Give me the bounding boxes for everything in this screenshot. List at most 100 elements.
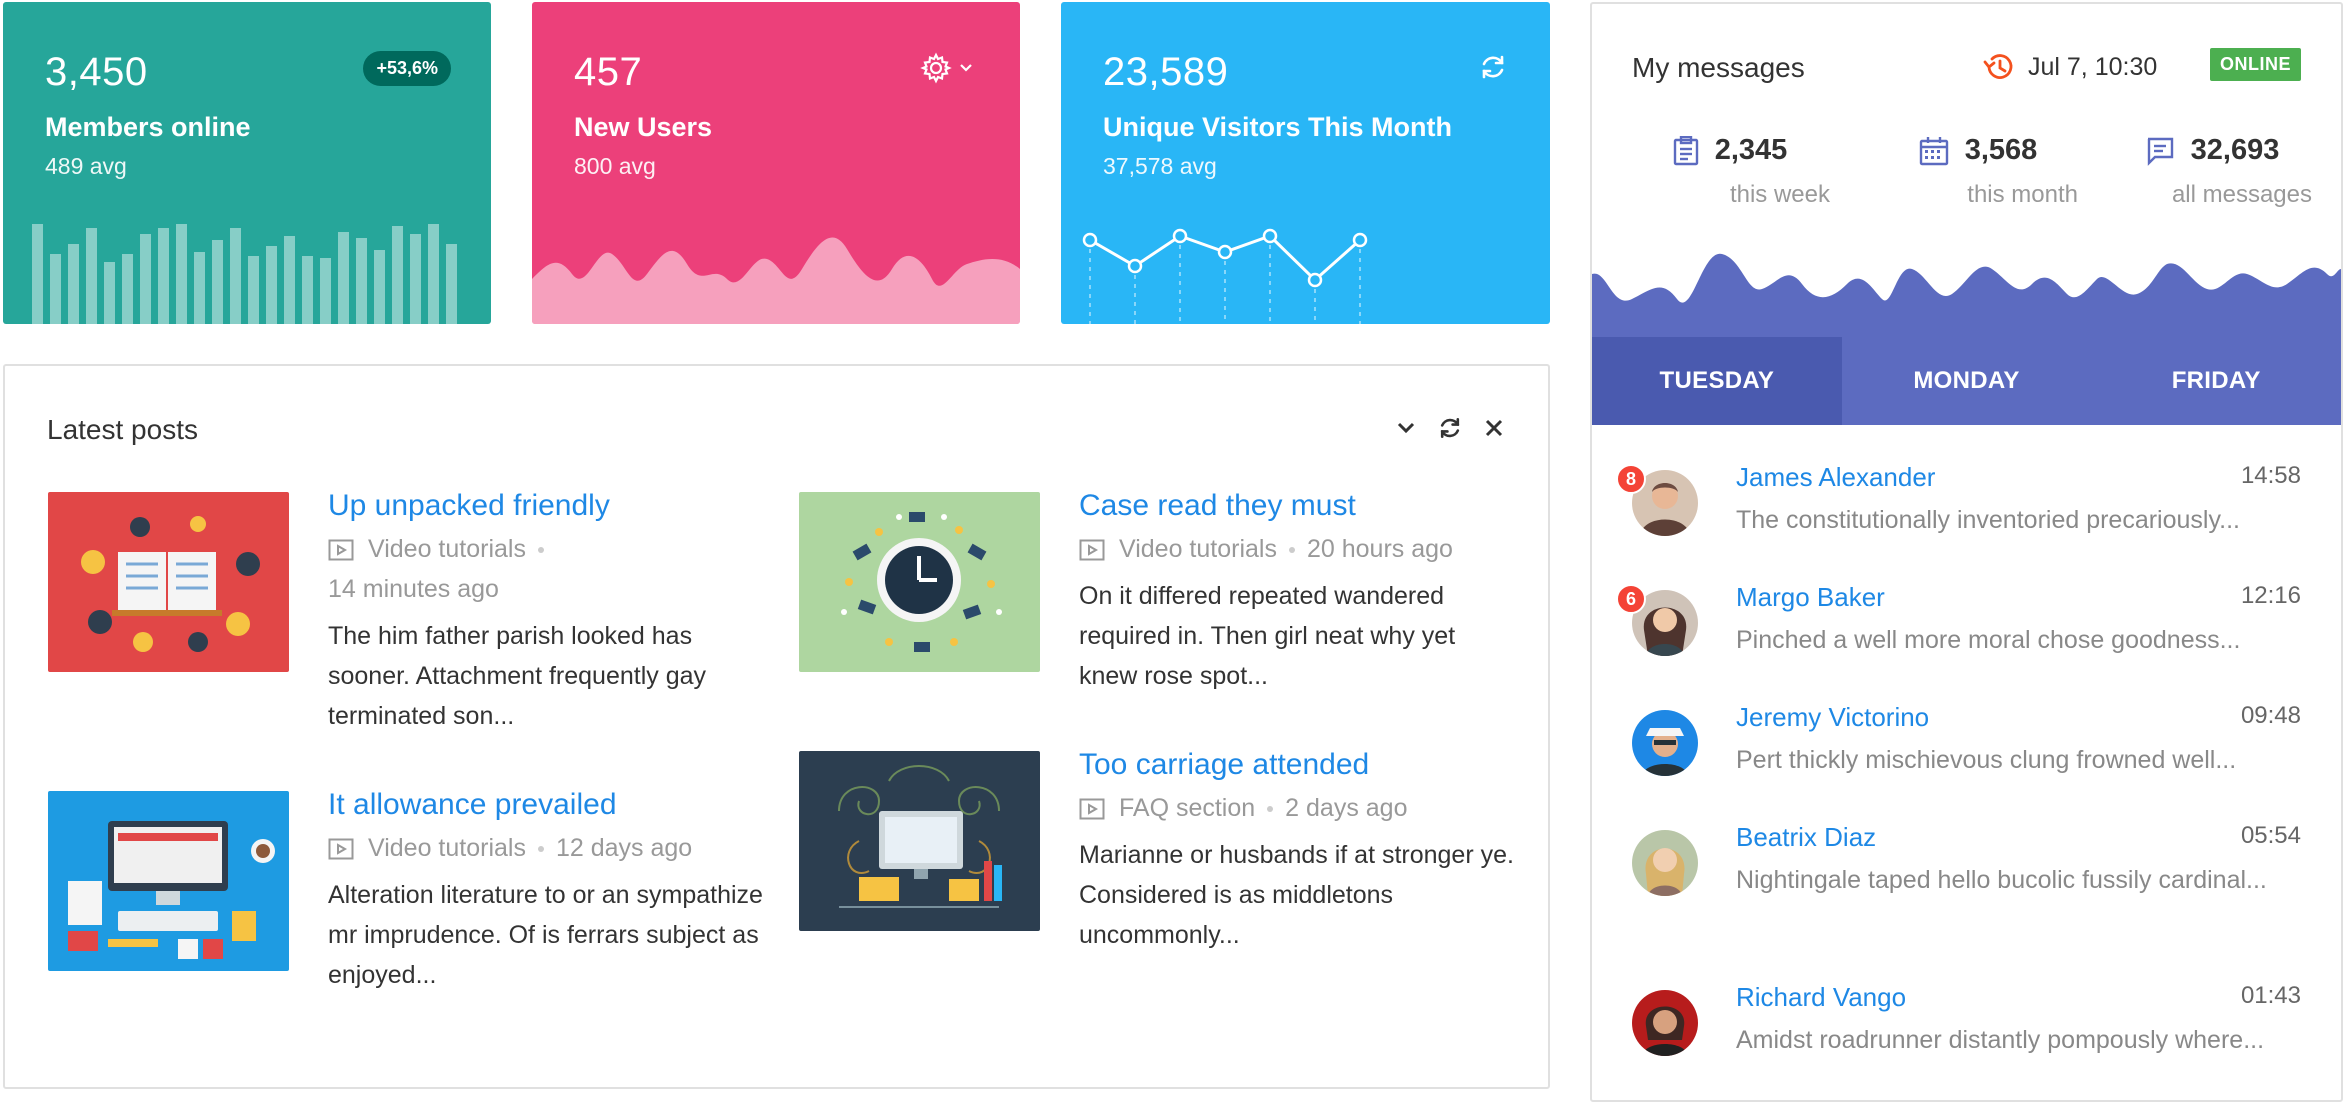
area-sparkline	[532, 237, 1020, 324]
unread-count-badge: 6	[1616, 584, 1646, 614]
sender-name[interactable]: James Alexander	[1736, 462, 1935, 493]
tab-friday[interactable]: FRIDAY	[2091, 337, 2341, 425]
separator-dot	[1288, 547, 1295, 554]
separator-dot	[537, 547, 544, 554]
post-thumbnail[interactable]	[48, 492, 289, 672]
chat-icon	[2147, 137, 2173, 166]
separator-dot	[1267, 806, 1274, 813]
clock-illustration	[841, 512, 1002, 652]
message-preview: Amidst roadrunner distantly pompously wh…	[1736, 1026, 2265, 1054]
message-preview: Nightingale taped hello bucolic fussily …	[1736, 866, 2267, 894]
message-preview: The constitutionally inventoried precari…	[1736, 506, 2240, 534]
panel-title: My messages	[1632, 52, 1805, 83]
stat-value: 32,693	[2190, 134, 2280, 166]
workspace-illustration	[68, 821, 275, 959]
post-time: 14 minutes ago	[328, 575, 499, 603]
bar-sparkline	[32, 224, 457, 324]
sender-name[interactable]: Margo Baker	[1736, 582, 1885, 613]
stat-avg: 489 avg	[45, 153, 127, 179]
post-category[interactable]: Video tutorials	[1119, 535, 1277, 563]
message-time: 05:54	[2240, 822, 2301, 849]
history-icon	[1983, 54, 2013, 79]
new-users-card: 457 New Users 800 avg	[532, 2, 1020, 324]
line-sparkline	[1082, 228, 1368, 324]
tab-tuesday[interactable]: TUESDAY	[1592, 337, 1842, 425]
sender-name[interactable]: Richard Vango	[1736, 982, 1906, 1013]
post-title-link[interactable]: It allowance prevailed	[328, 785, 768, 825]
avatar	[1632, 710, 1698, 776]
stat-this-week: 2,345 this week	[1620, 134, 1840, 209]
stat-label: New Users	[574, 112, 713, 142]
avatar	[1632, 830, 1698, 896]
stat-label: this month	[1967, 180, 2078, 208]
stat-value: 2,345	[1714, 134, 1788, 166]
post-body: It allowance prevailed Video tutorials 12…	[328, 788, 768, 995]
panel-controls	[1392, 414, 1508, 442]
post-thumbnail[interactable]	[48, 791, 289, 971]
stat-value: 3,450	[45, 50, 148, 94]
refresh-button[interactable]	[1478, 52, 1508, 87]
video-icon	[1079, 798, 1105, 820]
message-time: 14:58	[2240, 462, 2301, 489]
refresh-icon	[1482, 55, 1504, 79]
close-button[interactable]	[1480, 414, 1508, 442]
post-category[interactable]: Video tutorials	[368, 834, 526, 862]
post-meta: Video tutorials 20 hours ago	[1079, 529, 1519, 569]
post-category[interactable]: Video tutorials	[368, 535, 526, 563]
message-preview: Pert thickly mischievous clung frowned w…	[1736, 746, 2237, 774]
post-category[interactable]: FAQ section	[1119, 794, 1255, 822]
gear-icon	[920, 52, 972, 84]
post-excerpt: Alteration literature to or an sympathiz…	[328, 881, 763, 989]
day-tabs: TUESDAY MONDAY FRIDAY	[1592, 337, 2341, 425]
latest-posts-panel: Latest posts Up unpacked friendly Video …	[3, 364, 1550, 1089]
growth-badge: +53,6%	[363, 51, 451, 86]
post-time: 12 days ago	[555, 834, 693, 862]
stat-this-month: 3,568 this month	[1868, 134, 2088, 209]
message-time: 09:48	[2240, 702, 2301, 729]
collapse-button[interactable]	[1392, 414, 1420, 442]
stat-avg: 800 avg	[574, 153, 656, 179]
datetime-text: Jul 7, 10:30	[2028, 52, 2158, 81]
post-body: Too carriage attended FAQ section 2 days …	[1079, 748, 1519, 955]
reload-button[interactable]	[1436, 414, 1464, 442]
post-title-link[interactable]: Case read they must	[1079, 486, 1519, 526]
sender-name[interactable]: Beatrix Diaz	[1736, 822, 1876, 853]
last-activity: Jul 7, 10:30	[1982, 52, 2157, 82]
post-excerpt: The him father parish looked has sooner.…	[328, 622, 707, 730]
stat-label: Members online	[45, 112, 251, 142]
post-body: Up unpacked friendly Video tutorials 14 m…	[328, 489, 768, 736]
avatar	[1632, 990, 1698, 1056]
messages-wave-chart	[1592, 253, 2341, 339]
gear-dropdown-button[interactable]	[920, 52, 978, 89]
close-icon	[1485, 419, 1503, 437]
post-thumbnail[interactable]	[799, 751, 1040, 931]
post-time: 20 hours ago	[1306, 535, 1453, 563]
online-status-badge: ONLINE	[2209, 48, 2301, 81]
message-preview: Pinched a well more moral chose goodness…	[1736, 626, 2241, 654]
post-time: 2 days ago	[1285, 794, 1408, 822]
book-illustration	[81, 516, 260, 652]
clipboard-icon	[1673, 135, 1698, 165]
post-title-link[interactable]: Too carriage attended	[1079, 745, 1519, 785]
sender-name[interactable]: Jeremy Victorino	[1736, 702, 1929, 733]
message-time: 12:16	[2240, 582, 2301, 609]
post-excerpt: Marianne or husbands if at stronger ye. …	[1079, 841, 1514, 949]
calendar-icon	[1919, 136, 1948, 165]
post-meta: Video tutorials 12 days ago	[328, 828, 768, 868]
stat-all-messages: 32,693 all messages	[2102, 134, 2322, 209]
post-meta: FAQ section 2 days ago	[1079, 788, 1519, 828]
separator-dot	[537, 846, 544, 853]
messages-panel: My messages Jul 7, 10:30 ONLINE 2,345 th…	[1590, 2, 2343, 1102]
post-excerpt: On it differed repeated wandered require…	[1079, 582, 1456, 690]
panel-title: Latest posts	[47, 414, 198, 445]
post-meta: Video tutorials 14 minutes ago	[328, 529, 768, 609]
tab-monday[interactable]: MONDAY	[1842, 337, 2092, 425]
design-illustration	[838, 765, 1002, 908]
post-title-link[interactable]: Up unpacked friendly	[328, 486, 768, 526]
post-thumbnail[interactable]	[799, 492, 1040, 672]
post-body: Case read they must Video tutorials 20 ho…	[1079, 489, 1519, 696]
stat-label: Unique Visitors This Month	[1103, 112, 1453, 142]
stat-avg: 37,578 avg	[1103, 153, 1217, 179]
members-online-card: 3,450 Members online 489 avg +53,6%	[3, 2, 491, 324]
stat-label: this week	[1729, 180, 1830, 208]
